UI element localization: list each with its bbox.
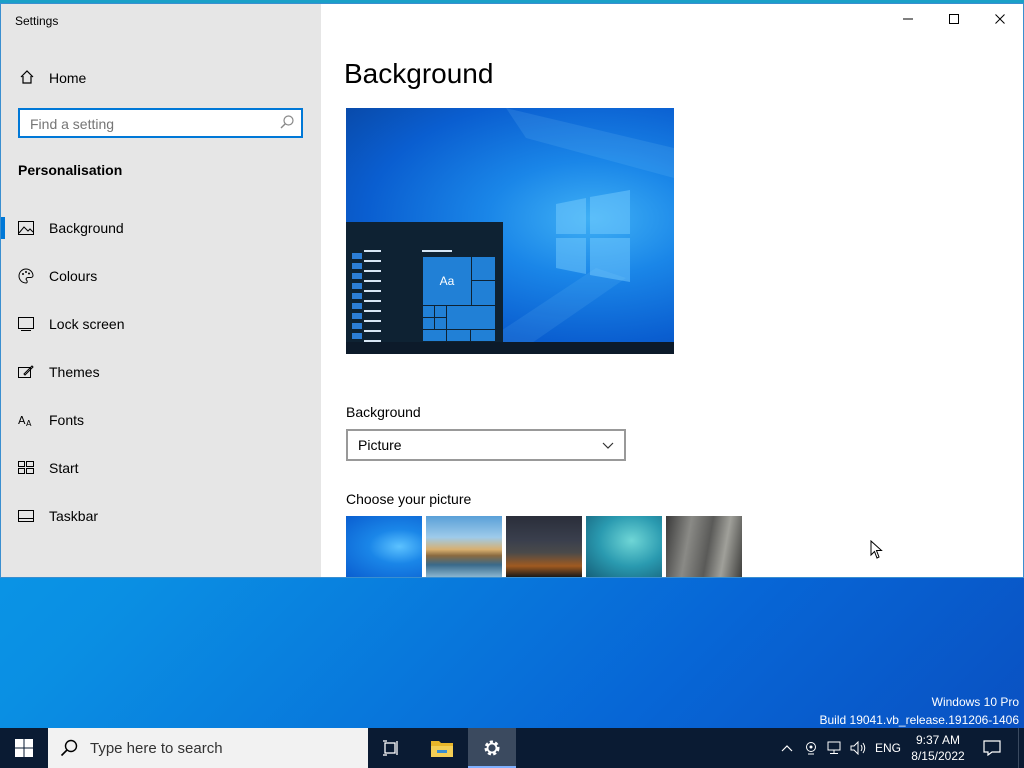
main-content: Background Aa Background Picture Choose … — [321, 4, 1023, 577]
folder-icon — [431, 741, 453, 757]
preview-tiles: Aa — [422, 256, 496, 342]
home-label: Home — [49, 70, 87, 86]
sidebar-item-label: Themes — [49, 364, 100, 380]
thumbnail-windows-blue[interactable] — [346, 516, 422, 577]
taskbar: Type here to search ENG 9:37 AM 8/15/202… — [0, 728, 1024, 768]
show-hidden-icons-button[interactable] — [776, 728, 798, 768]
background-label: Background — [346, 404, 421, 420]
sidebar-item-start[interactable]: Start — [1, 444, 321, 492]
sidebar-item-colours[interactable]: Colours — [1, 252, 321, 300]
window-controls — [885, 4, 1023, 34]
start-icon — [18, 460, 34, 476]
thumbnail-night-sky[interactable] — [506, 516, 582, 577]
sidebar-item-lock-screen[interactable]: Lock screen — [1, 300, 321, 348]
volume-icon — [850, 741, 866, 755]
thumbnail-underwater-swimmer[interactable] — [586, 516, 662, 577]
find-setting-search-box[interactable] — [18, 108, 303, 138]
taskbar-search-box[interactable]: Type here to search — [48, 728, 368, 768]
start-button[interactable] — [0, 728, 48, 768]
thumbnail-rock-cliff[interactable] — [666, 516, 742, 577]
show-desktop-divider[interactable] — [1018, 728, 1019, 768]
thumbnail-beach-rocks[interactable] — [426, 516, 502, 577]
sidebar-item-label: Colours — [49, 268, 98, 284]
sidebar-item-label: Taskbar — [49, 508, 99, 524]
sidebar-item-background[interactable]: Background — [1, 204, 321, 252]
watermark-edition: Windows 10 Pro — [931, 695, 1019, 709]
svg-text:A: A — [18, 414, 26, 427]
settings-taskbar-button[interactable] — [468, 728, 516, 768]
clock-date: 8/15/2022 — [911, 749, 965, 763]
sidebar: Settings Home Personalisation Background — [1, 4, 321, 577]
page-title: Background — [344, 58, 494, 89]
mouse-cursor — [870, 539, 884, 563]
preview-taskbar — [346, 342, 674, 354]
network-icon — [827, 741, 841, 754]
preview-start-menu: Aa — [346, 222, 503, 342]
desktop-preview: Aa — [346, 108, 674, 354]
chevron-down-icon — [602, 437, 614, 453]
palette-icon — [18, 268, 34, 284]
sidebar-item-label: Background — [49, 220, 124, 236]
webcam-icon — [806, 742, 816, 755]
search-icon[interactable] — [279, 114, 295, 133]
sidebar-item-taskbar[interactable]: Taskbar — [1, 492, 321, 540]
picture-icon — [18, 220, 34, 236]
maximize-icon — [949, 14, 959, 24]
personalisation-nav: Background Colours Lock screen Themes A … — [1, 204, 321, 540]
sidebar-item-fonts[interactable]: AA Fonts — [1, 396, 321, 444]
minimize-icon — [903, 18, 913, 20]
home-nav-item[interactable]: Home — [19, 66, 86, 90]
search-icon — [60, 739, 78, 757]
preview-tile-aa: Aa — [422, 256, 472, 306]
svg-text:A: A — [26, 419, 32, 427]
taskbar-search-placeholder: Type here to search — [90, 739, 223, 757]
chevron-up-icon — [781, 745, 793, 752]
sidebar-item-themes[interactable]: Themes — [1, 348, 321, 396]
background-type-dropdown[interactable]: Picture — [346, 429, 626, 461]
gear-icon — [484, 740, 500, 756]
input-language-button[interactable]: ENG — [872, 728, 904, 768]
settings-window: Settings Home Personalisation Background — [0, 3, 1024, 578]
task-view-icon — [383, 740, 398, 756]
notification-icon — [983, 740, 1001, 756]
close-button[interactable] — [977, 4, 1023, 34]
section-title: Personalisation — [18, 162, 123, 178]
sidebar-item-label: Fonts — [49, 412, 85, 428]
fonts-icon: AA — [18, 412, 34, 428]
close-icon — [995, 14, 1005, 24]
themes-icon — [18, 364, 34, 380]
volume-button[interactable] — [848, 728, 870, 768]
picture-thumbnails — [346, 516, 742, 577]
taskbar-icon — [18, 508, 34, 524]
action-center-button[interactable] — [976, 728, 1008, 768]
find-setting-input[interactable] — [28, 110, 272, 138]
network-button[interactable] — [823, 728, 847, 768]
sidebar-item-label: Lock screen — [49, 316, 125, 332]
meet-now-button[interactable] — [800, 728, 822, 768]
minimize-button[interactable] — [885, 4, 931, 34]
maximize-button[interactable] — [931, 4, 977, 34]
window-title: Settings — [15, 14, 59, 28]
dropdown-value: Picture — [358, 437, 402, 453]
task-view-button[interactable] — [368, 728, 416, 768]
watermark-build: Build 19041.vb_release.191206-1406 — [819, 713, 1020, 727]
lock-screen-icon — [18, 316, 34, 332]
clock-time: 9:37 AM — [915, 733, 961, 747]
home-icon — [19, 69, 35, 88]
choose-picture-label: Choose your picture — [346, 491, 472, 507]
sidebar-item-label: Start — [49, 460, 79, 476]
file-explorer-button[interactable] — [418, 728, 466, 768]
taskbar-clock[interactable]: 9:37 AM 8/15/2022 — [905, 732, 971, 764]
windows-logo-icon — [15, 739, 33, 757]
